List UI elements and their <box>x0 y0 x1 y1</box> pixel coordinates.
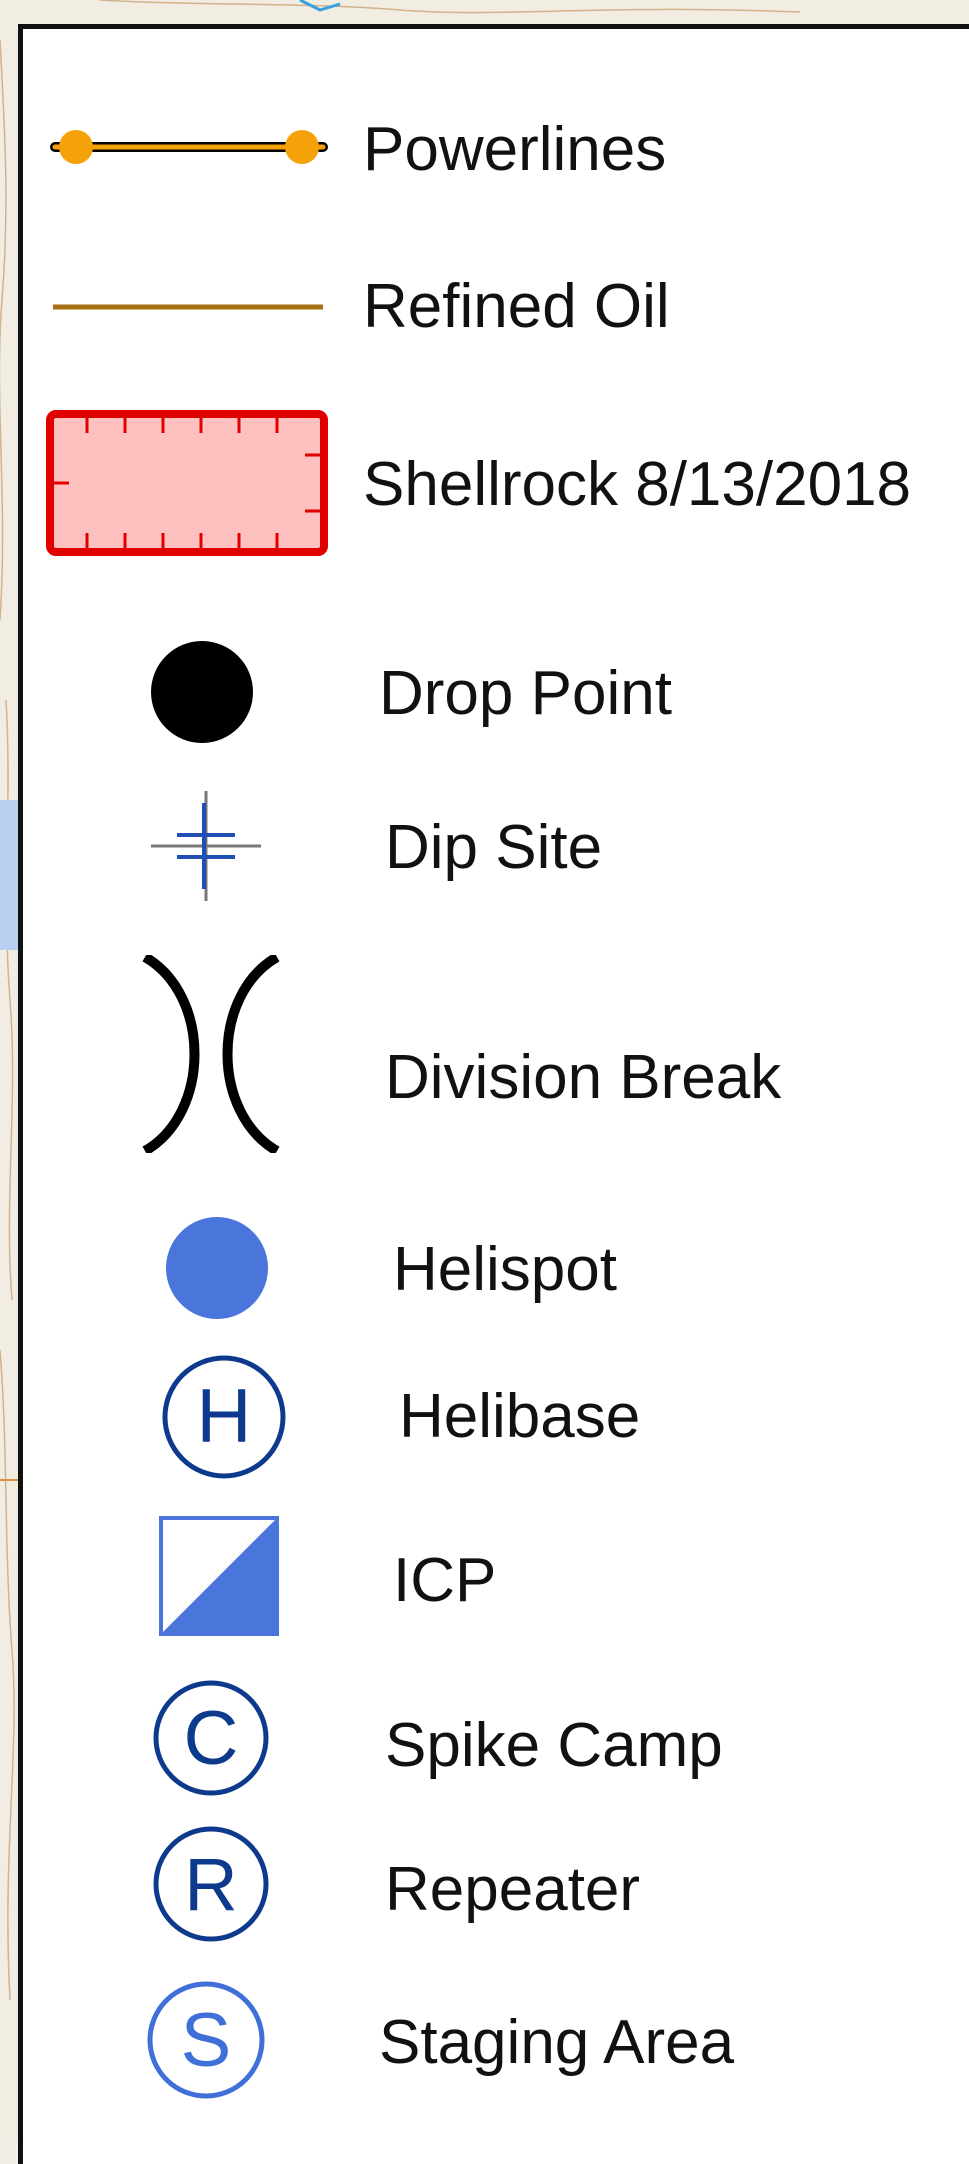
legend-item-shellrock-perimeter: Shellrock 8/13/2018 <box>23 409 969 559</box>
legend-label: ICP <box>393 1546 497 1615</box>
legend-label: Powerlines <box>363 115 667 184</box>
legend-item-icp: ICP <box>23 1516 969 1646</box>
legend-item-spike-camp: C Spike Camp <box>23 1679 969 1799</box>
repeater-circled-r-icon: R <box>153 1826 269 1942</box>
legend-item-drop-point: Drop Point <box>23 639 969 759</box>
map-legend: Powerlines Refined Oil Shellrock 8/13/20… <box>18 24 969 2164</box>
legend-item-division-break: Division Break <box>23 955 969 1155</box>
legend-item-refined-oil: Refined Oil <box>23 274 969 384</box>
legend-label: Shellrock 8/13/2018 <box>363 450 912 519</box>
legend-label: Refined Oil <box>363 272 670 341</box>
legend-label: Staging Area <box>379 2008 735 2077</box>
legend-label: Division Break <box>385 1043 782 1112</box>
drop-point-dot-icon <box>151 641 253 743</box>
legend-label: Helispot <box>393 1235 617 1304</box>
spike-camp-circled-c-icon: C <box>153 1680 269 1796</box>
helibase-letter: H <box>197 1374 252 1459</box>
pipeline-line-symbol <box>53 304 323 310</box>
legend-item-repeater: R Repeater <box>23 1825 969 1945</box>
repeater-letter: R <box>184 1843 237 1926</box>
division-break-icon <box>142 955 280 1153</box>
helibase-circled-h-icon: H <box>162 1355 286 1479</box>
legend-item-helispot: Helispot <box>23 1215 969 1325</box>
legend-item-dip-site: Dip Site <box>23 789 969 909</box>
icp-half-square-icon <box>159 1516 279 1636</box>
helispot-dot-icon <box>166 1217 268 1319</box>
powerline-symbol <box>50 130 328 164</box>
staging-area-circled-s-icon: S <box>147 1981 265 2099</box>
legend-item-helibase: H Helibase <box>23 1354 969 1484</box>
legend-label: Drop Point <box>379 659 672 728</box>
spike-camp-letter: C <box>184 1696 239 1781</box>
legend-item-powerlines: Powerlines <box>23 99 969 209</box>
legend-label: Helibase <box>399 1382 641 1451</box>
legend-item-staging-area: S Staging Area <box>23 1980 969 2105</box>
legend-label: Repeater <box>385 1855 641 1924</box>
fire-perimeter-polygon-symbol <box>46 410 328 556</box>
legend-label: Spike Camp <box>385 1711 723 1780</box>
dip-site-icon <box>151 791 261 901</box>
legend-label: Dip Site <box>385 813 603 882</box>
staging-area-letter: S <box>181 1998 232 2083</box>
